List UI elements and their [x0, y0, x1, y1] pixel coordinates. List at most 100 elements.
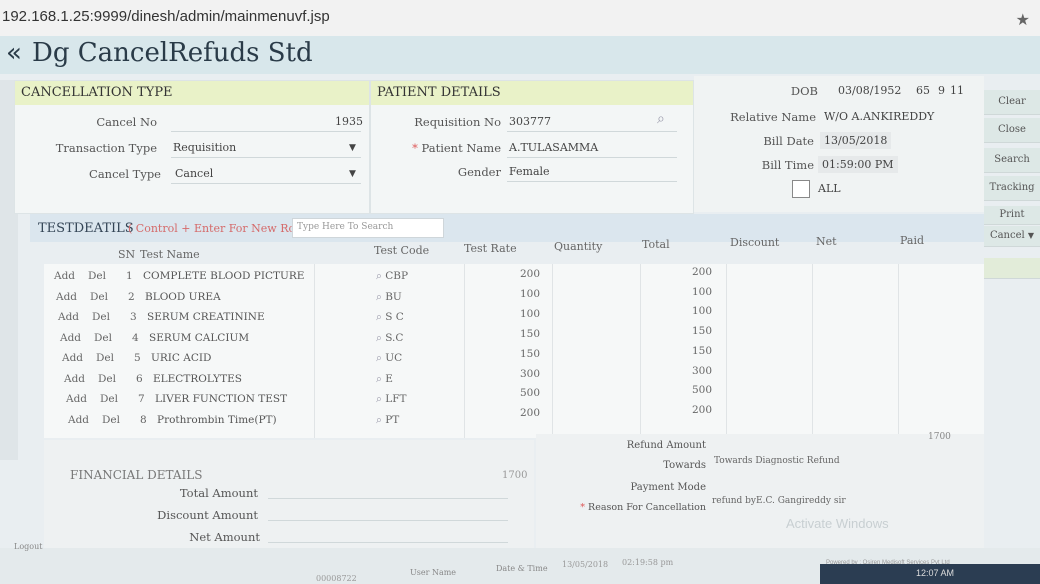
row-test-name[interactable]: Prothrombin Time(PT) — [157, 414, 277, 426]
delete-row-button[interactable]: Del — [88, 270, 106, 282]
row-test-code[interactable]: ⌕ LFT — [376, 393, 406, 406]
row-sn: 3 — [130, 311, 137, 323]
row-test-code[interactable]: ⌕ S C — [376, 311, 404, 324]
towards-select[interactable]: Towards Diagnostic Refund — [714, 456, 840, 466]
table-row[interactable]: Add Del 6 ELECTROLYTES ⌕ E 300 300 — [44, 365, 984, 389]
delete-row-button[interactable]: Del — [102, 414, 120, 426]
refund-amount-value: 1700 — [928, 432, 951, 442]
tests-search-input[interactable]: Type Here To Search — [292, 218, 444, 238]
transaction-type-select[interactable]: Requisition — [173, 141, 236, 154]
tests-column-headers: SN Test Name Test Code Test Rate Quantit… — [44, 234, 984, 264]
add-row-button[interactable]: Add — [58, 311, 79, 323]
user-name-label: User Name — [410, 568, 457, 577]
row-sn: 6 — [136, 372, 143, 385]
row-test-name[interactable]: COMPLETE BLOOD PICTURE — [143, 270, 304, 282]
search-button[interactable]: Search — [984, 148, 1040, 173]
chevron-down-icon[interactable]: ▼ — [1028, 231, 1034, 240]
search-icon[interactable]: ⌕ — [657, 111, 665, 127]
table-row[interactable]: Add Del 5 URIC ACID ⌕ UC 150 150 — [44, 345, 984, 368]
cancel-no-field[interactable]: 1935 — [335, 115, 363, 128]
search-icon[interactable]: ⌕ — [376, 291, 385, 303]
patient-name-field[interactable]: A.TULASAMMA — [509, 141, 598, 154]
row-total: 500 — [692, 384, 713, 397]
add-row-button[interactable]: Add — [54, 270, 75, 282]
row-total: 200 — [692, 266, 713, 278]
row-test-name[interactable]: URIC ACID — [151, 352, 211, 364]
bill-time-field[interactable]: 01:59:00 PM — [818, 156, 898, 173]
print-button[interactable]: Print — [984, 206, 1040, 225]
add-row-button[interactable]: Add — [64, 373, 85, 385]
add-row-button[interactable]: Add — [56, 291, 77, 303]
row-test-code[interactable]: ⌕ S.C — [376, 332, 403, 345]
search-icon[interactable]: ⌕ — [376, 332, 385, 344]
dob-field[interactable]: 03/08/1952 — [838, 84, 901, 97]
row-test-rate: 500 — [520, 387, 541, 400]
search-icon[interactable]: ⌕ — [376, 414, 385, 426]
search-icon[interactable]: ⌕ — [376, 352, 385, 364]
refund-amount-label: Refund Amount — [626, 440, 706, 451]
col-test-code: Test Code — [374, 244, 430, 257]
delete-row-button[interactable]: Del — [94, 332, 112, 344]
search-icon[interactable]: ⌕ — [376, 393, 385, 405]
bookmark-star-icon[interactable]: ★ — [1016, 10, 1030, 29]
row-test-code[interactable]: ⌕ E — [376, 373, 393, 386]
search-icon[interactable]: ⌕ — [376, 373, 385, 385]
row-test-code[interactable]: ⌕ PT — [376, 414, 399, 427]
col-discount: Discount — [730, 236, 780, 249]
delete-row-button[interactable]: Del — [92, 311, 110, 323]
browser-address-bar[interactable]: 192.168.1.25:9999/dinesh/admin/mainmenuv… — [0, 0, 1040, 37]
tracking-button[interactable]: Tracking — [984, 176, 1040, 201]
row-test-name[interactable]: ELECTROLYTES — [153, 373, 242, 385]
bill-date-label: Bill Date — [763, 134, 814, 148]
gender-field[interactable]: Female — [509, 165, 550, 178]
delete-row-button[interactable]: Del — [100, 393, 118, 405]
row-test-code-text: E — [385, 372, 393, 385]
age-years: 65 — [916, 84, 930, 97]
row-test-name[interactable]: LIVER FUNCTION TEST — [155, 393, 287, 405]
clear-button[interactable]: Clear — [984, 90, 1040, 115]
table-row[interactable]: Add Del 8 Prothrombin Time(PT) ⌕ PT 200 200 — [44, 404, 984, 430]
delete-row-button[interactable]: Del — [98, 373, 116, 385]
table-row[interactable]: Add Del 4 SERUM CALCIUM ⌕ S.C 150 150 — [44, 325, 984, 348]
relative-name-field[interactable]: W/O A.ANKIREDDY — [824, 110, 934, 123]
chevron-down-icon[interactable]: ▼ — [349, 143, 356, 153]
back-icon[interactable]: « — [6, 38, 22, 68]
cancel-type-select[interactable]: Cancel — [175, 167, 213, 180]
search-icon[interactable]: ⌕ — [376, 270, 385, 282]
tests-heading-bar: TESTDEATILS ( Control + Enter For New Ro… — [30, 214, 984, 242]
row-test-code[interactable]: ⌕ CBP — [376, 270, 408, 283]
row-test-code[interactable]: ⌕ BU — [376, 291, 402, 304]
print-option-select[interactable]: Cancel ▼ — [984, 226, 1040, 247]
logout-link[interactable]: Logout — [14, 542, 42, 551]
bill-date-field[interactable]: 13/05/2018 — [820, 132, 892, 149]
patient-name-label-text: Patient Name — [421, 141, 502, 155]
tests-hint: ( Control + Enter For New Row ) — [128, 222, 313, 235]
reason-field[interactable]: refund byE.C. Gangireddy sir — [712, 496, 846, 506]
row-test-name[interactable]: SERUM CREATININE — [147, 311, 265, 323]
row-test-code[interactable]: ⌕ UC — [376, 352, 402, 365]
url-text[interactable]: 192.168.1.25:9999/dinesh/admin/mainmenuv… — [2, 8, 330, 25]
add-row-button[interactable]: Add — [68, 414, 89, 426]
add-row-button[interactable]: Add — [62, 352, 83, 364]
delete-row-button[interactable]: Del — [96, 352, 114, 364]
chevron-down-icon[interactable]: ▼ — [349, 169, 356, 179]
row-test-code-text: UC — [385, 352, 403, 364]
table-row[interactable]: Add Del 1 COMPLETE BLOOD PICTURE ⌕ CBP 200 200 — [44, 266, 984, 286]
row-test-name[interactable]: BLOOD UREA — [145, 291, 221, 303]
requisition-no-field[interactable]: 303777 — [509, 115, 551, 128]
search-icon[interactable]: ⌕ — [376, 311, 385, 323]
activate-windows-watermark: Activate Windows — [786, 516, 889, 531]
delete-row-button[interactable]: Del — [90, 291, 108, 303]
tests-heading: TESTDEATILS — [38, 221, 134, 236]
row-sn: 4 — [132, 331, 139, 344]
all-checkbox[interactable] — [792, 180, 810, 198]
table-row[interactable]: Add Del 2 BLOOD UREA ⌕ BU 100 100 — [44, 286, 984, 307]
close-button[interactable]: Close — [984, 118, 1040, 143]
reason-label-text: Reason For Cancellation — [588, 502, 706, 513]
add-row-button[interactable]: Add — [60, 332, 81, 344]
discount-amount-label: Discount Amount — [157, 508, 258, 522]
row-test-name[interactable]: SERUM CALCIUM — [149, 332, 249, 344]
add-row-button[interactable]: Add — [66, 393, 87, 405]
table-row[interactable]: Add Del 7 LIVER FUNCTION TEST ⌕ LFT 500 500 — [44, 384, 984, 409]
table-row[interactable]: Add Del 3 SERUM CREATININE ⌕ S C 100 100 — [44, 305, 984, 327]
